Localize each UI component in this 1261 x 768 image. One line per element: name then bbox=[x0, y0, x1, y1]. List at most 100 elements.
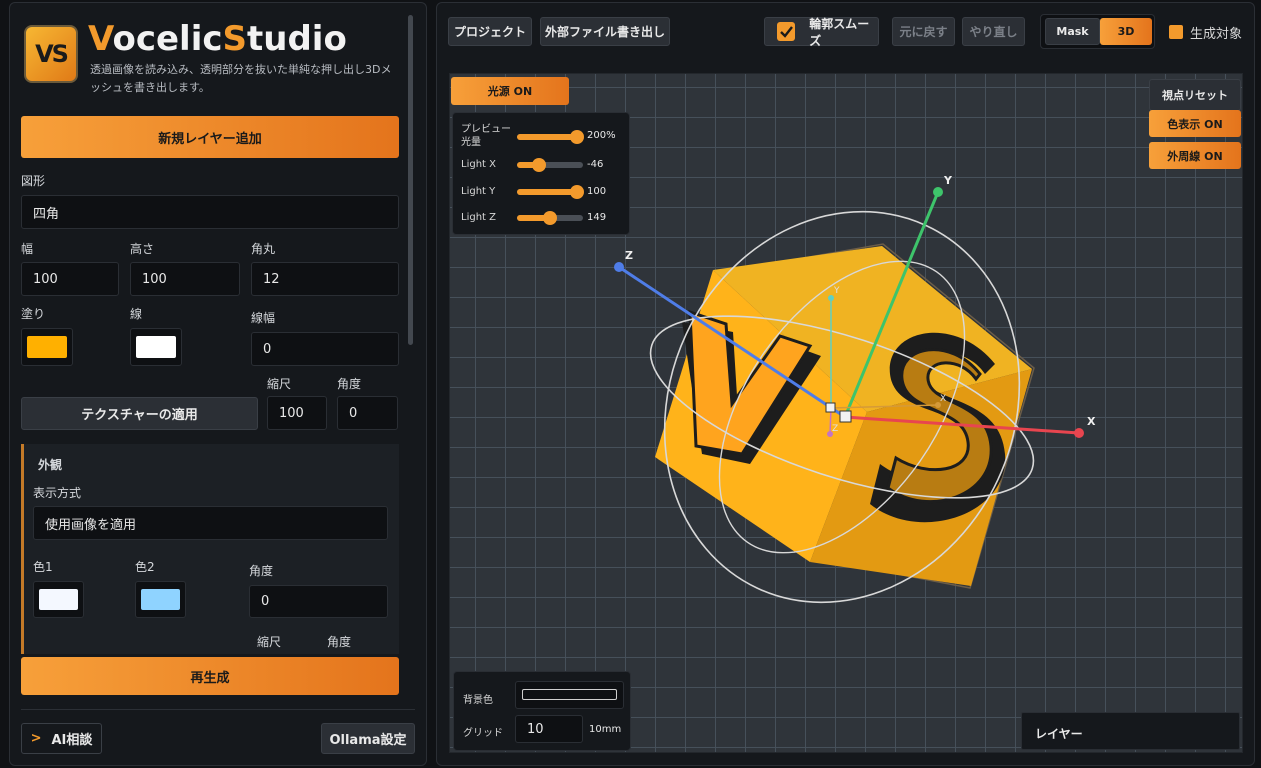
ai-consult-button[interactable]: > AI相談 bbox=[21, 723, 102, 754]
mask-mode-button[interactable]: Mask bbox=[1045, 18, 1100, 45]
fill-color-picker[interactable] bbox=[21, 328, 73, 366]
generate-target-checkbox[interactable] bbox=[1169, 25, 1183, 39]
generate-target-label: 生成対象 bbox=[1190, 27, 1243, 42]
light-axis-y-label: Y bbox=[833, 286, 840, 296]
gradient-scale-label: 縮尺 bbox=[257, 635, 282, 649]
grid-size-input[interactable]: 10 bbox=[515, 715, 583, 743]
brand-mid: ocelic bbox=[112, 19, 223, 59]
axis-x-label: X bbox=[1087, 415, 1096, 428]
apply-texture-button[interactable]: テクスチャーの適用 bbox=[21, 397, 258, 430]
preview-light-label: プレビュー光量 bbox=[461, 124, 511, 148]
light-gizmo-center[interactable] bbox=[825, 402, 836, 413]
color2-label: 色2 bbox=[135, 560, 155, 574]
stroke-width-label: 線幅 bbox=[251, 311, 276, 325]
smooth-checkbox-icon[interactable] bbox=[777, 22, 796, 41]
brand-v: V bbox=[88, 19, 113, 59]
preview-light-knob[interactable] bbox=[570, 130, 584, 144]
add-layer-button[interactable]: 新規レイヤー追加 bbox=[21, 116, 399, 158]
smooth-toggle[interactable]: 輪郭スムーズ bbox=[764, 16, 879, 48]
bg-color-swatch bbox=[522, 689, 617, 700]
layers-panel: レイヤー bbox=[1021, 712, 1240, 750]
reset-view-button[interactable]: 視点リセット bbox=[1149, 79, 1241, 111]
light-toggle-button[interactable]: 光源 ON bbox=[451, 77, 569, 105]
shape-label: 図形 bbox=[21, 174, 46, 188]
axis-y-handle[interactable] bbox=[933, 187, 943, 197]
preview-light-slider[interactable] bbox=[517, 130, 584, 144]
left-panel-scrollbar[interactable] bbox=[408, 15, 413, 345]
logo-text: VS bbox=[35, 40, 69, 68]
light-axis-x-label: X bbox=[940, 394, 946, 404]
ai-consult-label: AI相談 bbox=[51, 733, 93, 748]
color1-picker[interactable] bbox=[33, 581, 84, 618]
left-panel: VS VocelicStudio 透過画像を読み込み、透明部分を抜いた単純な押し… bbox=[9, 2, 427, 766]
fill-label: 塗り bbox=[21, 307, 46, 321]
brand-s: S bbox=[222, 19, 248, 59]
preview-light-fill bbox=[517, 134, 577, 140]
radius-label: 角丸 bbox=[251, 242, 276, 256]
bg-color-label: 背景色 bbox=[463, 695, 493, 706]
color2-swatch bbox=[141, 589, 180, 610]
light-x-label: Light X bbox=[461, 159, 496, 170]
light-z-slider[interactable] bbox=[517, 211, 583, 225]
color1-label: 色1 bbox=[33, 560, 53, 574]
texture-angle-input[interactable]: 0 bbox=[337, 396, 398, 430]
color1-swatch bbox=[39, 589, 78, 610]
regenerate-button[interactable]: 再生成 bbox=[21, 657, 399, 695]
light-z-knob[interactable] bbox=[543, 211, 557, 225]
stroke-label: 線 bbox=[130, 307, 143, 321]
transform-gizmo-center[interactable] bbox=[839, 410, 852, 423]
scene-settings-panel: 背景色 グリッド 10 10mm bbox=[453, 671, 631, 751]
grid-unit-label: 10mm bbox=[589, 724, 622, 735]
light-x-knob[interactable] bbox=[531, 158, 546, 172]
display-mode-select[interactable]: 使用画像を適用 bbox=[33, 506, 388, 540]
radius-input[interactable]: 12 bbox=[251, 262, 399, 296]
display-mode-label: 表示方式 bbox=[33, 486, 82, 500]
height-input[interactable]: 100 bbox=[130, 262, 240, 296]
gradient-angle-input[interactable]: 0 bbox=[249, 585, 388, 618]
left-panel-divider bbox=[21, 709, 415, 710]
redo-button[interactable]: やり直し bbox=[962, 17, 1025, 46]
gradient-angle-label: 角度 bbox=[249, 564, 274, 578]
shape-select[interactable]: 四角 bbox=[21, 195, 399, 229]
preview-light-value: 200% bbox=[587, 130, 616, 141]
color-display-toggle[interactable]: 色表示 ON bbox=[1149, 110, 1241, 137]
ai-chevron-icon: > bbox=[30, 731, 42, 746]
undo-button[interactable]: 元に戻す bbox=[892, 17, 955, 46]
color2-picker[interactable] bbox=[135, 581, 186, 618]
app-title: VocelicStudio bbox=[88, 19, 347, 59]
light-x-value: -46 bbox=[587, 159, 604, 170]
smooth-label: 輪郭スムーズ bbox=[809, 16, 870, 48]
texture-angle-label: 角度 bbox=[337, 377, 362, 391]
axis-x-handle[interactable] bbox=[1074, 428, 1084, 438]
axis-y-label: Y bbox=[943, 174, 953, 187]
light-controls-panel: プレビュー光量 200% Light X -46 Light Y 100 Lig… bbox=[452, 112, 630, 235]
light-y-label: Light Y bbox=[461, 186, 496, 197]
light-axis-z-label: Z bbox=[832, 424, 838, 434]
light-z-value: 149 bbox=[587, 212, 607, 223]
layers-title: レイヤー bbox=[1035, 727, 1083, 741]
axis-z-handle[interactable] bbox=[614, 262, 624, 272]
ollama-settings-button[interactable]: Ollama設定 bbox=[321, 723, 415, 754]
width-label: 幅 bbox=[21, 242, 34, 256]
light-y-value: 100 bbox=[587, 186, 607, 197]
light-y-knob[interactable] bbox=[570, 185, 584, 199]
bg-color-picker[interactable] bbox=[515, 681, 624, 709]
app-logo: VS bbox=[24, 25, 78, 83]
texture-scale-label: 縮尺 bbox=[267, 377, 292, 391]
stroke-color-picker[interactable] bbox=[130, 328, 182, 366]
light-y-fill bbox=[517, 189, 577, 195]
3d-viewport[interactable]: X Y Z X Y Z 光源 ON プレビュー光量 200% Light X -… bbox=[449, 73, 1243, 753]
view-mode-toggle: Mask 3D bbox=[1040, 14, 1155, 49]
export-button[interactable]: 外部ファイル書き出し bbox=[540, 17, 670, 46]
width-input[interactable]: 100 bbox=[21, 262, 119, 296]
texture-scale-input[interactable]: 100 bbox=[267, 396, 327, 430]
stroke-width-input[interactable]: 0 bbox=[251, 332, 399, 366]
fill-swatch bbox=[27, 336, 67, 358]
appearance-section: 外観 表示方式 使用画像を適用 色1 色2 角度 0 縮尺 角度 bbox=[21, 444, 399, 654]
3d-mode-button[interactable]: 3D bbox=[1100, 18, 1152, 45]
light-x-slider[interactable] bbox=[517, 158, 583, 172]
light-y-slider[interactable] bbox=[517, 185, 584, 199]
light-z-label: Light Z bbox=[461, 212, 496, 223]
outline-toggle[interactable]: 外周線 ON bbox=[1149, 142, 1241, 169]
project-button[interactable]: プロジェクト bbox=[448, 17, 532, 46]
